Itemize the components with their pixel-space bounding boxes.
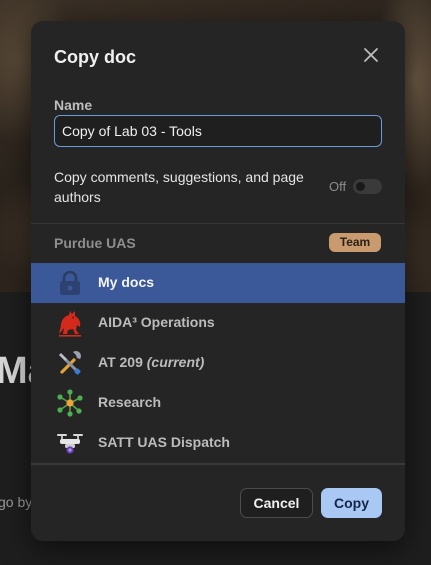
folder-item-my-docs[interactable]: My docs	[31, 263, 405, 303]
background-subtext: go by	[0, 494, 33, 510]
copy-comments-label: Copy comments, suggestions, and page aut…	[54, 169, 304, 205]
tools-icon	[59, 351, 81, 375]
folder-label-my-docs: My docs	[98, 274, 155, 290]
name-input[interactable]	[54, 115, 382, 147]
cancel-button[interactable]: Cancel	[240, 488, 313, 518]
folder-label-at-209: AT 209 (current)	[98, 354, 205, 370]
folder-item-satt-uas-dispatch[interactable]: SATT UAS Dispatch	[31, 423, 405, 463]
team-badge: Team	[329, 233, 381, 252]
close-icon	[364, 48, 378, 62]
copy-button[interactable]: Copy	[321, 488, 382, 518]
lock-icon	[60, 270, 80, 295]
footer-divider	[31, 463, 405, 465]
folder-item-at-209[interactable]: AT 209 (current)	[31, 343, 405, 383]
team-name: Purdue UAS	[54, 235, 136, 251]
toggle-knob	[356, 182, 365, 191]
close-button[interactable]	[361, 45, 381, 65]
toggle-state-label: Off	[329, 179, 347, 194]
current-indicator: (current)	[146, 354, 205, 370]
copy-comments-toggle[interactable]	[353, 179, 382, 194]
drone-icon	[57, 434, 83, 454]
dialog-title: Copy doc	[54, 47, 137, 67]
folder-label-satt-uas-dispatch: SATT UAS Dispatch	[98, 434, 230, 450]
folder-label-research: Research	[98, 394, 162, 410]
folder-item-aida-operations[interactable]: AIDA³ Operations	[31, 303, 405, 343]
name-label: Name	[54, 97, 93, 113]
copy-doc-dialog: Copy doc Name Copy comments, suggestions…	[31, 21, 405, 541]
folder-label-aida-operations: AIDA³ Operations	[98, 314, 215, 330]
folder-list: My docs AIDA³ Operations AT 209 (current…	[31, 263, 405, 463]
divider	[31, 223, 405, 224]
red-horse-logo-icon	[59, 311, 81, 337]
network-nodes-icon	[57, 389, 83, 417]
folder-item-research[interactable]: Research	[31, 383, 405, 423]
